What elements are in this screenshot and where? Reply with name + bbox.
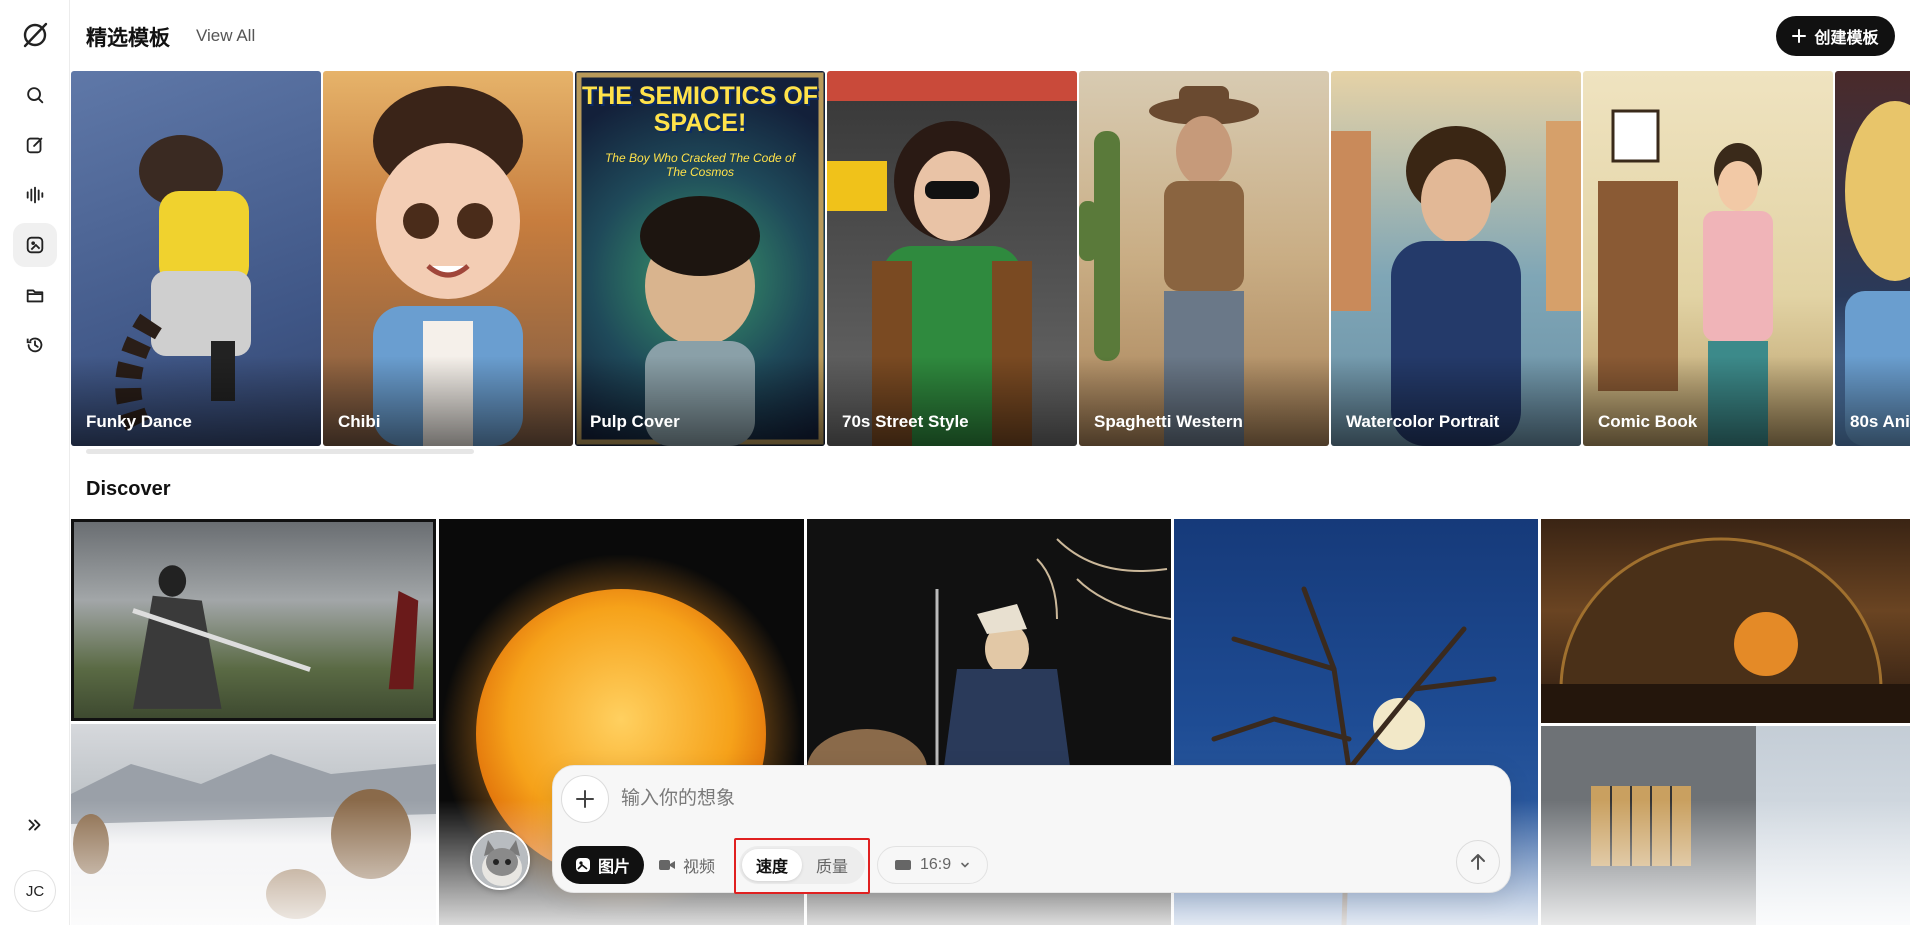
templates-button[interactable] <box>13 223 57 267</box>
pulp-cover-title: THE SEMIOTICS OF SPACE! <box>581 82 819 137</box>
template-card[interactable]: Comic Book <box>1583 71 1833 446</box>
mode-image-label: 图片 <box>598 859 631 876</box>
template-label: Watercolor Portrait <box>1346 412 1500 431</box>
template-label: Chibi <box>338 412 381 431</box>
aspect-ratio-value: 16:9 <box>920 856 952 873</box>
history-button[interactable] <box>13 323 57 367</box>
video-icon <box>659 860 676 870</box>
create-template-label: 创建模板 <box>1814 30 1879 47</box>
arrow-up-icon <box>1471 854 1485 870</box>
page-title: 精选模板 <box>86 27 170 50</box>
mode-video-label: 视频 <box>683 859 716 876</box>
create-button[interactable] <box>13 123 57 167</box>
mode-video-button[interactable]: 视频 <box>644 846 729 884</box>
expand-sidebar-button[interactable] <box>13 803 57 847</box>
view-all-link[interactable]: View All <box>196 26 255 46</box>
template-label: Spaghetti Western <box>1094 412 1243 431</box>
media-mode-toggle: 图片 视频 <box>561 846 729 884</box>
sidebar: JC <box>0 0 70 925</box>
attach-button[interactable] <box>561 775 609 823</box>
history-icon <box>26 337 43 353</box>
template-carousel: Funky Dance Chibi THE SEMIOTICS OF SPACE… <box>71 71 1910 446</box>
plus-icon <box>576 790 594 808</box>
send-button[interactable] <box>1456 840 1500 884</box>
discover-image[interactable] <box>71 519 436 721</box>
folder-icon <box>26 289 44 303</box>
aspect-icon <box>895 860 911 870</box>
discover-image[interactable] <box>71 724 436 925</box>
image-icon <box>576 858 590 872</box>
template-card[interactable]: 70s Street Style <box>827 71 1077 446</box>
chevron-down-icon <box>961 862 969 868</box>
mode-image-button[interactable]: 图片 <box>561 846 645 884</box>
template-card[interactable]: THE SEMIOTICS OF SPACE! The Boy Who Crac… <box>575 71 825 446</box>
pulp-cover-subtitle: The Boy Who Cracked The Code of The Cosm… <box>604 151 796 179</box>
cat-avatar[interactable] <box>470 830 530 890</box>
search-button[interactable] <box>13 73 57 117</box>
template-label: Pulp Cover <box>590 412 680 431</box>
template-label: 80s Ani <box>1850 412 1910 431</box>
template-card[interactable]: Watercolor Portrait <box>1331 71 1581 446</box>
discover-heading: Discover <box>86 478 171 500</box>
templates-icon <box>26 236 44 254</box>
template-card[interactable]: Funky Dance <box>71 71 321 446</box>
audio-icon <box>26 186 44 204</box>
template-label: Comic Book <box>1598 412 1698 431</box>
edit-icon <box>26 137 43 154</box>
carousel-scrollbar[interactable] <box>86 449 474 454</box>
speed-quality-highlight <box>734 838 870 894</box>
prompt-input[interactable] <box>621 784 1421 814</box>
discover-image[interactable] <box>1541 726 1910 925</box>
logo-icon[interactable] <box>20 20 50 50</box>
template-card[interactable]: Chibi <box>323 71 573 446</box>
template-card[interactable]: 80s Ani <box>1835 71 1910 446</box>
template-card[interactable]: Spaghetti Western <box>1079 71 1329 446</box>
create-template-button[interactable]: 创建模板 <box>1776 16 1895 56</box>
template-label: 70s Street Style <box>842 412 969 431</box>
search-icon <box>27 87 44 104</box>
template-label: Funky Dance <box>86 412 192 431</box>
aspect-ratio-select[interactable]: 16:9 <box>877 846 989 884</box>
folder-button[interactable] <box>13 273 57 317</box>
expand-icon <box>28 819 41 831</box>
user-avatar[interactable]: JC <box>14 870 56 912</box>
audio-button[interactable] <box>13 173 57 217</box>
discover-image[interactable] <box>1541 519 1910 723</box>
prompt-composer: 图片 视频 速度 质量 16:9 <box>552 765 1511 893</box>
plus-icon <box>1792 29 1807 43</box>
